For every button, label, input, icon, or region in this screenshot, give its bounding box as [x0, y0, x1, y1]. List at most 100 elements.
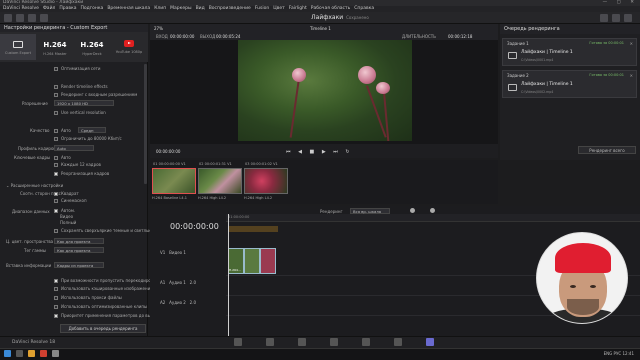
source-resolution-row[interactable]: Рендеринг с входным разрешением — [54, 92, 137, 97]
browser-icon[interactable] — [40, 350, 47, 357]
menu-item[interactable]: Правка — [59, 6, 76, 11]
aspect-cinema-radio[interactable]: Синемаскоп — [54, 198, 87, 203]
radio[interactable] — [54, 137, 58, 141]
radio[interactable] — [54, 129, 58, 133]
media-page-icon[interactable] — [234, 338, 242, 346]
deliver-page-icon[interactable] — [426, 338, 434, 346]
advanced-section[interactable]: ⌄ Расширенные настройки — [6, 183, 63, 188]
render-job-2[interactable]: Задание 2 Готово за 00:00:01 ✕ Лайфхаки … — [502, 70, 637, 98]
playhead[interactable] — [228, 214, 229, 336]
resolution-dropdown[interactable]: 1920 x 1080 HD — [54, 100, 114, 106]
radio[interactable] — [54, 192, 58, 196]
menu-item[interactable]: Маркеры — [170, 6, 191, 11]
limit-value[interactable]: 80000 — [94, 136, 107, 141]
resolve-icon[interactable] — [52, 350, 59, 357]
quality-auto-radio[interactable]: Авто — [54, 128, 71, 133]
checkbox[interactable] — [54, 279, 58, 283]
close-icon[interactable]: ✕ — [630, 41, 633, 46]
save-dark-row[interactable]: Сохранять сверхъяркие темные и светлые т… — [54, 228, 163, 233]
checkbox[interactable] — [54, 93, 58, 97]
colorspace-dropdown[interactable]: Как для проекта — [54, 238, 104, 244]
render-effects-row[interactable]: Render timeline effects — [54, 84, 108, 89]
timeline-ruler[interactable]: 01:00:00:00 — [226, 214, 640, 222]
menu-item[interactable]: Временная шкала — [107, 6, 150, 11]
render-job-1[interactable]: Задание 1 Готово за 00:00:01 ✕ Лайфхаки … — [502, 38, 637, 66]
cut-page-icon[interactable] — [266, 338, 274, 346]
clip-thumbnail-3[interactable] — [244, 168, 288, 194]
preset-custom[interactable]: Custom Export — [0, 34, 36, 60]
range-full[interactable]: Полный — [60, 220, 76, 225]
checkbox[interactable] — [54, 296, 58, 300]
priority-row[interactable]: Приоритет применения параметров до вывод — [54, 313, 158, 318]
add-to-queue-button[interactable]: Добавить в очередь рендеринга — [60, 324, 146, 333]
radio[interactable] — [54, 199, 58, 203]
keyframes-auto-radio[interactable]: Авто — [54, 155, 71, 160]
radio[interactable] — [54, 163, 58, 167]
range-video[interactable]: Видео — [60, 214, 73, 219]
keyframes-n[interactable]: 12 — [80, 162, 85, 167]
radio[interactable] — [54, 209, 58, 213]
in-point-icon[interactable] — [410, 208, 415, 213]
menu-item[interactable]: Клип — [154, 6, 166, 11]
proxy-row[interactable]: Использовать прокси файлы — [54, 295, 122, 300]
media-pool-icon[interactable] — [4, 14, 12, 22]
limit-row[interactable]: Ограничить до 80000 Кбит/с — [54, 136, 122, 141]
render-all-button[interactable]: Рендеринг всего — [578, 146, 636, 154]
menu-item[interactable]: Файл — [43, 6, 55, 11]
timeline-selector[interactable]: Timeline 1 — [310, 26, 331, 31]
timeline-clip[interactable] — [260, 248, 276, 274]
checkbox[interactable] — [54, 67, 58, 71]
vertical-resolution-row[interactable]: Use vertical resolution — [54, 110, 106, 115]
sound-library-icon[interactable] — [40, 14, 48, 22]
menu-item[interactable]: Fusion — [255, 6, 269, 11]
explorer-icon[interactable] — [28, 350, 35, 357]
checkbox[interactable] — [54, 229, 58, 233]
radio[interactable] — [54, 156, 58, 160]
checkbox[interactable] — [54, 305, 58, 309]
inspector-icon[interactable] — [600, 14, 608, 22]
range-auto-radio[interactable]: Автом. — [54, 208, 75, 213]
zoom-level[interactable]: 27% — [154, 26, 163, 31]
checkbox[interactable] — [54, 314, 58, 318]
aspect-square-radio[interactable]: Квадрат — [54, 191, 79, 196]
menu-item[interactable]: Fairlight — [289, 6, 307, 11]
keyframes-each-radio[interactable]: Каждые 12 кадров — [54, 162, 101, 167]
checkbox[interactable] — [54, 85, 58, 89]
close-icon[interactable]: ✕ — [630, 73, 633, 78]
network-optimization-row[interactable]: Оптимизация сети — [54, 66, 100, 71]
menu-item[interactable]: Воспроизведение — [209, 6, 251, 11]
preset-youtube[interactable]: YouTube 1080p — [111, 34, 147, 60]
start-icon[interactable] — [4, 350, 11, 357]
edit-page-icon[interactable] — [298, 338, 306, 346]
skip-reencode-row[interactable]: При возможности пропустить перекодировку — [54, 278, 158, 283]
checkbox[interactable] — [54, 172, 58, 176]
quality-dropdown[interactable]: Средн — [78, 127, 106, 133]
transport-controls[interactable]: ⏮ ◀ ■ ▶ ⏭ ↻ — [286, 149, 353, 155]
profile-dropdown[interactable]: Auto — [54, 145, 94, 151]
timeline-clip[interactable] — [244, 248, 260, 274]
checkbox[interactable] — [54, 111, 58, 115]
out-point-icon[interactable] — [430, 208, 435, 213]
optimized-row[interactable]: Использовать оптимизированные клипы — [54, 304, 147, 309]
gamma-dropdown[interactable]: Как для проекта — [54, 247, 104, 253]
checkbox[interactable] — [54, 287, 58, 291]
render-queue-icon[interactable] — [624, 14, 632, 22]
fairlight-page-icon[interactable] — [394, 338, 402, 346]
preset-hyperdeck[interactable]: H.264 HyperDeck — [74, 34, 110, 60]
menu-item[interactable]: Вид — [196, 6, 205, 11]
clip-thumbnail-2[interactable] — [198, 168, 242, 194]
menu-item[interactable]: Цвет — [273, 6, 285, 11]
clip-thumbnail-1[interactable] — [152, 168, 196, 194]
effects-icon[interactable] — [16, 14, 24, 22]
settings-scrollbar[interactable] — [144, 64, 147, 184]
menu-item[interactable]: Рабочая область — [311, 6, 350, 11]
menu-item[interactable]: DaVinci Resolve — [3, 6, 39, 11]
menu-item[interactable]: Справка — [354, 6, 374, 11]
cached-images-row[interactable]: Использовать кэшированные изображения — [54, 286, 153, 291]
metadata-icon[interactable] — [612, 14, 620, 22]
search-icon[interactable] — [16, 350, 23, 357]
reorder-row[interactable]: Реорганизация кадров — [54, 171, 109, 176]
fusion-page-icon[interactable] — [330, 338, 338, 346]
color-page-icon[interactable] — [362, 338, 370, 346]
system-tray[interactable]: ENG РУС 12:41 — [604, 348, 634, 360]
